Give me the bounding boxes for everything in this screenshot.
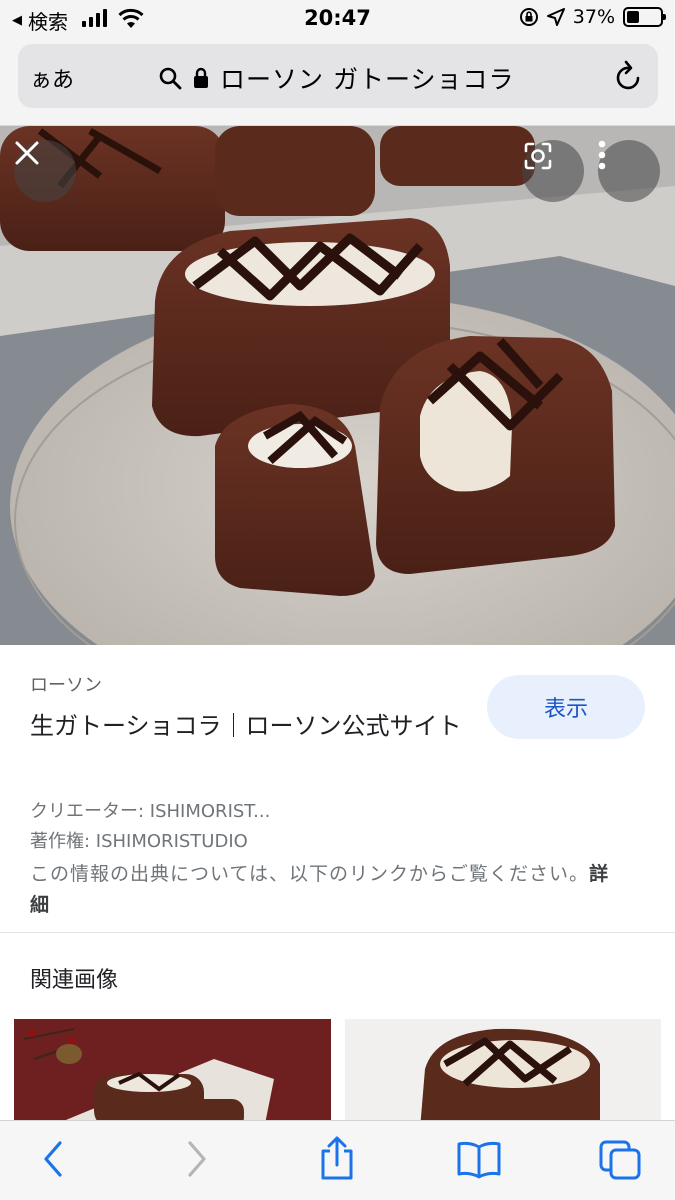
chevron-right-icon[interactable]: [184, 1139, 210, 1179]
chevron-left-icon[interactable]: [40, 1139, 66, 1179]
related-photo-1: [14, 1019, 331, 1129]
source-notice: この情報の出典については、以下のリンクからご覧ください。詳細: [30, 859, 620, 921]
book-icon[interactable]: [456, 1141, 502, 1179]
cake-photo: [0, 126, 675, 645]
browser-address-area: ぁあ ローソン ガトーショコラ: [0, 40, 675, 126]
url-text: ローソン ガトーショコラ: [220, 65, 515, 94]
search-icon: [159, 67, 182, 90]
result-image[interactable]: [0, 126, 675, 645]
related-image[interactable]: [345, 1019, 661, 1129]
safari-toolbar: [0, 1120, 675, 1200]
battery-icon: [623, 7, 666, 27]
rotation-lock-icon: [519, 8, 538, 26]
notice-text: この情報の出典については、以下のリンクからご覧ください。: [30, 863, 590, 885]
related-images-heading: 関連画像: [30, 968, 119, 993]
location-icon: [546, 8, 565, 26]
source-name[interactable]: ローソン: [30, 671, 102, 697]
lens-button[interactable]: [522, 140, 584, 202]
related-photo-2: [345, 1019, 661, 1129]
address-bar[interactable]: ぁあ ローソン ガトーショコラ: [18, 44, 658, 108]
close-icon: [15, 141, 39, 165]
related-image[interactable]: [14, 1019, 331, 1129]
more-vertical-icon: [598, 140, 606, 170]
divider: [0, 932, 675, 933]
tabs-icon[interactable]: [598, 1139, 642, 1181]
result-title[interactable]: 生ガトーショコラ｜ローソン公式サイト: [30, 709, 470, 744]
share-icon[interactable]: [318, 1135, 356, 1181]
lens-icon: [524, 142, 552, 170]
close-button[interactable]: [14, 140, 76, 202]
status-bar: ◀ 検索 20:47 37%: [0, 0, 675, 40]
lock-icon: [194, 67, 208, 88]
reload-icon[interactable]: [614, 60, 644, 92]
reader-options-button[interactable]: ぁあ: [30, 62, 74, 94]
more-options-button[interactable]: [598, 140, 660, 202]
creator-text: クリエーター: ISHIMORIST...: [30, 801, 271, 822]
copyright-text: 著作権: ISHIMORISTUDIO: [30, 831, 248, 852]
view-button[interactable]: 表示: [487, 675, 645, 739]
battery-percent: 37%: [572, 6, 615, 28]
